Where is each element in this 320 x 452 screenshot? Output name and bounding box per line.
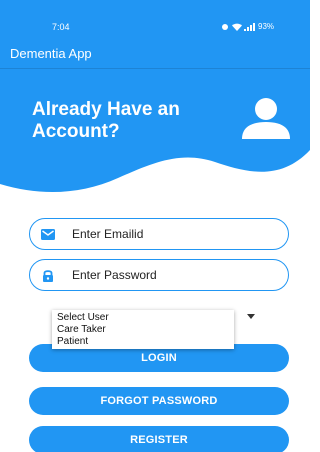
user-type-dropdown-menu[interactable]: Select User Care Taker Patient [52, 310, 234, 349]
status-time: 7:04 [52, 22, 70, 32]
dropdown-option-care-taker[interactable]: Care Taker [57, 324, 106, 336]
wifi-icon [232, 23, 242, 31]
lock-icon [43, 270, 53, 282]
notification-dot-icon [222, 23, 228, 30]
dropdown-arrow-icon[interactable] [247, 314, 255, 320]
register-button[interactable]: REGISTER [29, 426, 289, 452]
email-field[interactable]: Enter Emailid [29, 218, 289, 250]
dropdown-option-select-user[interactable]: Select User [57, 312, 109, 324]
app-title: Dementia App [10, 46, 92, 61]
status-icons: 93% [222, 22, 274, 31]
email-placeholder: Enter Emailid [72, 227, 144, 241]
user-avatar-icon [242, 98, 290, 139]
battery-percent: 93% [258, 22, 275, 31]
email-icon [41, 229, 55, 240]
app-bar-divider [0, 68, 310, 69]
status-bar: 7:04 93% [0, 0, 310, 36]
password-field[interactable]: Enter Password [29, 259, 289, 291]
forgot-password-button[interactable]: FORGOT PASSWORD [29, 387, 289, 415]
password-placeholder: Enter Password [72, 268, 157, 282]
page-headline: Already Have an Account? [32, 99, 180, 142]
app-bar: Dementia App [0, 38, 310, 68]
signal-icon [244, 22, 255, 31]
login-screen: 7:04 93% Dementia App Already Have an Ac… [0, 0, 310, 452]
dropdown-option-patient[interactable]: Patient [57, 336, 88, 348]
